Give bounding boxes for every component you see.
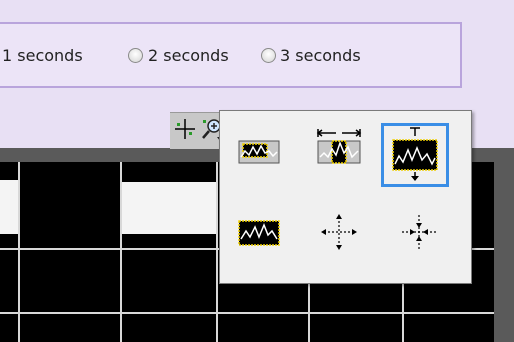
- zoom-to-fit-button[interactable]: [232, 207, 286, 257]
- grid-line-vertical: [18, 162, 20, 342]
- rectangle-zoom-button[interactable]: [232, 127, 286, 177]
- grid-line-vertical: [216, 162, 218, 342]
- zoom-out-about-point-button[interactable]: [312, 207, 366, 257]
- zoom-tools-menu: [219, 110, 472, 284]
- cursor-crosshair-icon[interactable]: [172, 116, 198, 142]
- radio-button-3-seconds[interactable]: [261, 48, 276, 63]
- signal-trace-segment: [0, 180, 18, 234]
- zoom-out-about-point-icon: [321, 214, 357, 250]
- zoom-to-fit-icon: [238, 220, 280, 246]
- signal-trace-segment: [120, 182, 216, 234]
- x-zoom-button[interactable]: [312, 127, 366, 177]
- y-zoom-button[interactable]: [381, 123, 449, 187]
- x-zoom-icon: [316, 129, 362, 164]
- zoom-in-about-point-button[interactable]: [392, 207, 446, 257]
- radio-label-3-seconds[interactable]: 3 seconds: [280, 46, 361, 66]
- radio-label-1-seconds[interactable]: 1 seconds: [2, 46, 83, 66]
- time-window-radio-group: 1 seconds 2 seconds 3 seconds: [0, 22, 462, 88]
- radio-label-2-seconds[interactable]: 2 seconds: [148, 46, 229, 66]
- grid-line-vertical: [120, 162, 122, 342]
- radio-button-2-seconds[interactable]: [128, 48, 143, 63]
- y-zoom-icon: [392, 127, 438, 181]
- rectangle-zoom-icon: [238, 140, 280, 164]
- window-top-strip: [0, 0, 514, 16]
- zoom-in-about-point-icon: [402, 215, 436, 249]
- grid-line-horizontal: [0, 312, 494, 314]
